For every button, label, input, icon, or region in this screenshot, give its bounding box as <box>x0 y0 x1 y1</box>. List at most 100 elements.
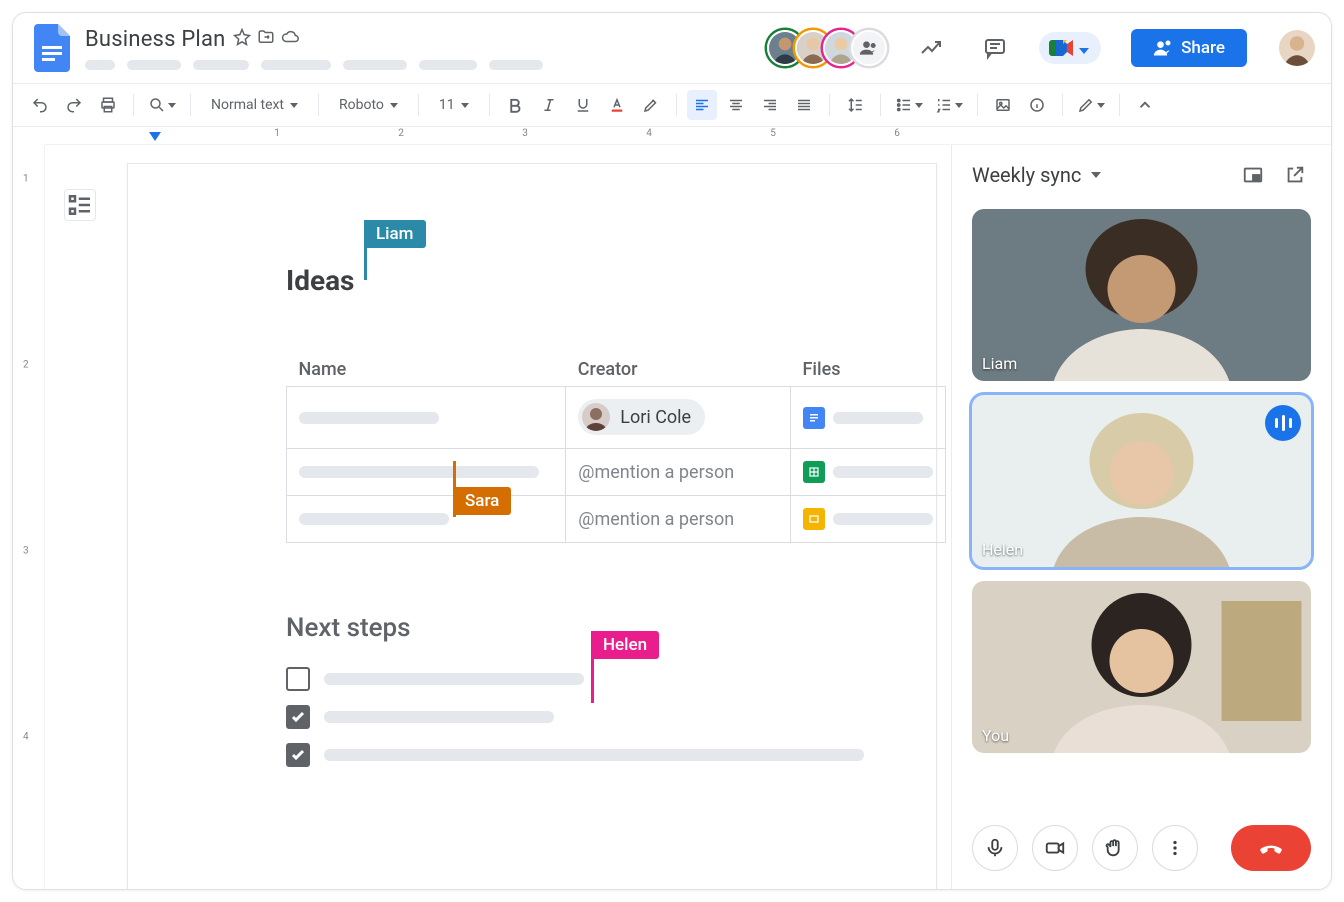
comments-icon[interactable] <box>975 28 1015 68</box>
meet-title[interactable]: Weekly sync <box>972 163 1081 187</box>
tile-label: Helen <box>982 540 1023 559</box>
app-window: Business Plan <box>12 12 1332 890</box>
table-header-files: Files <box>791 347 946 387</box>
collaborator-avatars <box>767 30 887 66</box>
title-block: Business Plan <box>85 27 543 70</box>
body: 1 2 3 4 Ideas Liam Name <box>13 145 1331 889</box>
move-folder-icon[interactable] <box>257 28 275 50</box>
align-center-button[interactable] <box>721 90 751 120</box>
chevron-down-icon <box>168 103 176 108</box>
account-avatar[interactable] <box>1279 30 1315 66</box>
meet-header: Weekly sync <box>972 159 1311 191</box>
align-right-button[interactable] <box>755 90 785 120</box>
vertical-ruler[interactable]: 1 2 3 4 <box>13 145 45 889</box>
menu-stub[interactable] <box>127 60 181 70</box>
video-tile[interactable]: Helen <box>972 395 1311 567</box>
checkbox-checked-icon[interactable] <box>286 743 310 767</box>
end-call-button[interactable] <box>1231 825 1311 871</box>
align-justify-button[interactable] <box>789 90 819 120</box>
more-options-button[interactable] <box>1152 825 1198 871</box>
redo-button[interactable] <box>59 90 89 120</box>
outline-rail <box>45 145 115 889</box>
tile-label: You <box>982 726 1009 745</box>
checkbox-checked-icon[interactable] <box>286 705 310 729</box>
placeholder-stub <box>324 673 584 685</box>
video-tile[interactable]: Liam <box>972 209 1311 381</box>
italic-button[interactable] <box>534 90 564 120</box>
file-chip-sheet[interactable] <box>803 461 933 483</box>
underline-button[interactable] <box>568 90 598 120</box>
table-row[interactable]: Sara @mention a person <box>287 449 946 496</box>
horizontal-ruler-row: 1 2 3 4 5 6 <box>13 127 1331 145</box>
placeholder-stub <box>833 513 933 525</box>
text-color-button[interactable] <box>602 90 632 120</box>
file-chip-doc[interactable] <box>803 407 923 429</box>
meet-icon <box>1049 38 1075 58</box>
highlight-button[interactable] <box>636 90 666 120</box>
paragraph-style-select[interactable]: Normal text <box>201 90 308 120</box>
align-left-button[interactable] <box>687 90 717 120</box>
menu-stub[interactable] <box>419 60 477 70</box>
raise-hand-button[interactable] <box>1092 825 1138 871</box>
placeholder-stub <box>324 749 864 761</box>
mention-placeholder[interactable]: @mention a person <box>578 462 734 483</box>
video-tiles: Liam Helen <box>972 209 1311 809</box>
mic-button[interactable] <box>972 825 1018 871</box>
file-chip-slide[interactable] <box>803 508 933 530</box>
menu-stub[interactable] <box>261 60 331 70</box>
document-title[interactable]: Business Plan <box>85 27 225 52</box>
placeholder-stub <box>299 513 449 525</box>
chevron-down-icon[interactable] <box>1091 172 1101 178</box>
menu-stub[interactable] <box>193 60 249 70</box>
heading-ideas[interactable]: Ideas Liam <box>286 264 936 297</box>
document-outline-button[interactable] <box>64 189 96 221</box>
pop-out-button[interactable] <box>1279 159 1311 191</box>
checklist-item[interactable] <box>286 667 936 691</box>
print-button[interactable] <box>93 90 123 120</box>
table-header-name: Name <box>287 347 566 387</box>
pip-button[interactable] <box>1237 159 1269 191</box>
bold-button[interactable] <box>500 90 530 120</box>
font-select[interactable]: Roboto <box>329 90 408 120</box>
horizontal-ruler[interactable]: 1 2 3 4 5 6 <box>45 127 1331 145</box>
docs-app-icon[interactable] <box>33 23 71 73</box>
camera-button[interactable] <box>1032 825 1078 871</box>
meet-dropdown[interactable] <box>1039 32 1101 64</box>
star-icon[interactable] <box>233 28 251 50</box>
video-tile[interactable]: You <box>972 581 1311 753</box>
table-header-creator: Creator <box>566 347 791 387</box>
undo-button[interactable] <box>25 90 55 120</box>
tile-label: Liam <box>982 354 1017 373</box>
document-page[interactable]: Ideas Liam Name Creator Files <box>127 163 937 889</box>
indent-marker-icon[interactable] <box>149 132 161 141</box>
insert-image-button[interactable] <box>988 90 1018 120</box>
line-spacing-button[interactable] <box>840 90 870 120</box>
menu-stub[interactable] <box>489 60 543 70</box>
table-row[interactable]: Lori Cole <box>287 387 946 449</box>
version-history-icon[interactable] <box>911 28 951 68</box>
menu-stub[interactable] <box>343 60 407 70</box>
numbered-list-button[interactable] <box>931 90 967 120</box>
mention-placeholder[interactable]: @mention a person <box>578 509 734 530</box>
checkbox-unchecked-icon[interactable] <box>286 667 310 691</box>
menu-stub[interactable] <box>85 60 115 70</box>
checklist-item[interactable] <box>286 743 936 767</box>
checklist-item[interactable] <box>286 705 936 729</box>
table-row[interactable]: @mention a person <box>287 496 946 543</box>
editing-mode-button[interactable] <box>1073 90 1109 120</box>
collapse-toolbar-button[interactable] <box>1130 90 1160 120</box>
clear-formatting-button[interactable] <box>1022 90 1052 120</box>
zoom-select[interactable] <box>144 90 180 120</box>
font-size-select[interactable]: 11 <box>429 90 479 120</box>
placeholder-stub <box>833 466 933 478</box>
collaborator-anonymous[interactable] <box>851 30 887 66</box>
mention-chip[interactable]: Lori Cole <box>578 399 705 435</box>
bulleted-list-button[interactable] <box>891 90 927 120</box>
share-button[interactable]: Share <box>1131 29 1247 67</box>
meet-panel: Weekly sync Liam <box>951 145 1331 889</box>
cloud-status-icon[interactable] <box>281 28 299 50</box>
cursor-flag-liam: Liam <box>364 220 426 248</box>
avatar-icon <box>582 403 610 431</box>
menu-bar[interactable] <box>85 60 543 70</box>
ideas-table[interactable]: Name Creator Files Lori Cole <box>286 347 946 543</box>
